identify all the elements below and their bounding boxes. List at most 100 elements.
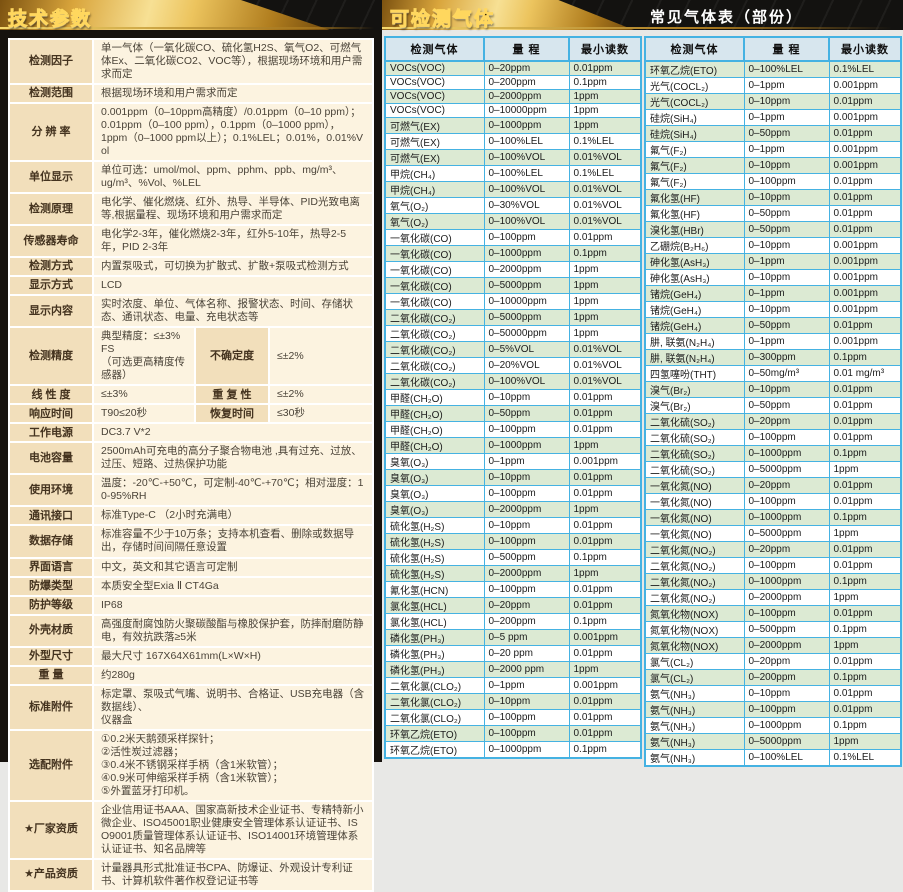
gas-min-reading-cell: 0.1ppm: [829, 670, 901, 686]
gas-min-reading-cell: 1ppm: [569, 662, 641, 678]
gas-table-left: 检测气体量 程最小读数 VOCs(VOC)0–20ppm0.01ppmVOCs(…: [384, 36, 642, 759]
gas-min-reading-cell: 1ppm: [569, 104, 641, 118]
gas-name-cell: 二氧化氮(NO₂): [645, 574, 744, 590]
gas-range-cell: 0–100%VOL: [484, 150, 569, 166]
gas-name-cell: 二氧化硫(SO₂): [645, 414, 744, 430]
gas-min-reading-cell: 1ppm: [569, 310, 641, 326]
gas-name-cell: 溴化氢(HBr): [645, 222, 744, 238]
gas-min-reading-cell: 0.01ppm: [829, 430, 901, 446]
gas-min-reading-cell: 0.01ppm: [829, 654, 901, 670]
gas-row: 光气(COCL₂)0–10ppm0.01ppm: [645, 94, 901, 110]
spec-row: 外型尺寸最大尺寸 167X64X61mm(L×W×H): [10, 648, 372, 665]
gas-min-reading-cell: 0.001ppm: [829, 78, 901, 94]
right-panel-title: 可检测气体: [390, 4, 495, 31]
gas-min-reading-cell: 0.001ppm: [829, 302, 901, 318]
gas-name-cell: 氨气(NH₃): [645, 686, 744, 702]
gas-name-cell: 氟气(F₂): [645, 158, 744, 174]
gas-name-cell: 一氧化氮(NO): [645, 478, 744, 494]
gas-min-reading-cell: 0.01ppm: [569, 61, 641, 76]
spec-value: 中文，英文和其它语言可定制: [94, 559, 372, 576]
gas-min-reading-cell: 0.1ppm: [829, 718, 901, 734]
gas-name-cell: 二氧化碳(CO₂): [385, 310, 484, 326]
gas-name-cell: 二氧化氮(NO₂): [645, 542, 744, 558]
spec-value: LCD: [94, 277, 372, 294]
top-banner: 技术参数 可检测气体 常见气体表（部份）: [0, 0, 903, 30]
gas-name-cell: 硫化氢(H₂S): [385, 566, 484, 582]
gas-name-cell: 肼, 联氨(N₂H₄): [645, 350, 744, 366]
gas-min-reading-cell: 0.1ppm: [569, 550, 641, 566]
gas-range-cell: 0–10ppm: [744, 238, 829, 254]
gas-name-cell: 氯气(CL₂): [645, 654, 744, 670]
gas-range-cell: 0–20%VOL: [484, 358, 569, 374]
gas-name-cell: 二氧化氮(NO₂): [645, 590, 744, 606]
spec-label: 界面语言: [10, 559, 92, 576]
gas-name-cell: 砷化氢(AsH₃): [645, 270, 744, 286]
gas-row: 乙硼烷(B₂H₆)0–10ppm0.001ppm: [645, 238, 901, 254]
spec-label: 分 辨 率: [10, 104, 92, 160]
gas-name-cell: 氰化氢(HCN): [385, 582, 484, 598]
gas-min-reading-cell: 0.1%LEL: [569, 166, 641, 182]
spec-row: 检测原理电化学、催化燃烧、红外、热导、半导体、PID光致电离等,根据量程、现场环…: [10, 194, 372, 224]
gas-name-cell: 硫化氢(H₂S): [385, 534, 484, 550]
gas-row: 可燃气(EX)0–100%LEL0.1%LEL: [385, 134, 641, 150]
gas-min-reading-cell: 0.01ppm: [829, 686, 901, 702]
gas-min-reading-cell: 0.01%VOL: [569, 182, 641, 198]
spec-label: 数据存储: [10, 526, 92, 556]
gas-min-reading-cell: 0.01ppm: [569, 390, 641, 406]
gas-range-cell: 0–2000ppm: [484, 90, 569, 104]
gas-range-cell: 0–2000ppm: [744, 638, 829, 654]
gas-min-reading-cell: 0.01ppm: [569, 694, 641, 710]
gas-name-cell: 氯化氢(HCL): [385, 614, 484, 630]
gas-min-reading-cell: 0.1ppm: [829, 446, 901, 462]
gas-range-cell: 0–2000ppm: [484, 566, 569, 582]
spec-value: DC3.7 V*2: [94, 424, 372, 441]
gas-row: 二氧化碳(CO₂)0–50000ppm1ppm: [385, 326, 641, 342]
gas-column-header: 量 程: [484, 37, 569, 61]
gas-name-cell: 光气(COCL₂): [645, 94, 744, 110]
gas-name-cell: 氧气(O₂): [385, 214, 484, 230]
gas-range-cell: 0–5000ppm: [484, 278, 569, 294]
technical-parameters-table: 检测因子单一气体（一氧化碳CO、硫化氢H2S、氧气O2、可燃气体Ex、二氧化碳C…: [8, 38, 374, 892]
gas-name-cell: 二氧化氮(NO₂): [645, 558, 744, 574]
spec-label: 检测精度: [10, 328, 92, 384]
gas-min-reading-cell: 1ppm: [569, 278, 641, 294]
spec-row: 显示方式LCD: [10, 277, 372, 294]
gas-range-cell: 0–100%VOL: [484, 182, 569, 198]
gas-range-cell: 0–1000ppm: [484, 246, 569, 262]
gas-row: 光气(COCL₂)0–1ppm0.001ppm: [645, 78, 901, 94]
gas-min-reading-cell: 0.01%VOL: [569, 358, 641, 374]
gas-min-reading-cell: 0.1ppm: [569, 246, 641, 262]
gas-min-reading-cell: 0.1%LEL: [829, 750, 901, 767]
gas-name-cell: 甲醛(CH₂O): [385, 406, 484, 422]
gas-min-reading-cell: 0.01ppm: [829, 174, 901, 190]
gas-range-cell: 0–10000ppm: [484, 294, 569, 310]
gas-row: 二氧化氮(NO₂)0–100ppm0.01ppm: [645, 558, 901, 574]
gas-range-cell: 0–10ppm: [744, 94, 829, 110]
spec-row: 检测精度典型精度：≤±3% FS （可选更高精度传感器）不确定度≤±2%: [10, 328, 372, 384]
spec-row: 传感器寿命电化学2-3年，催化燃烧2-3年，红外5-10年，热导2-5年，PID…: [10, 226, 372, 256]
gas-name-cell: 可燃气(EX): [385, 118, 484, 134]
gas-name-cell: 一氧化碳(CO): [385, 230, 484, 246]
spec-value: 企业信用证书AAA、国家高新技术企业证书、专精特新小微企业、ISO45001职业…: [94, 802, 372, 858]
gas-range-cell: 0–1ppm: [744, 142, 829, 158]
gas-range-cell: 0–1000ppm: [744, 510, 829, 526]
gas-min-reading-cell: 0.1ppm: [829, 510, 901, 526]
gas-min-reading-cell: 0.01%VOL: [569, 150, 641, 166]
gas-range-cell: 0–500ppm: [744, 622, 829, 638]
gas-name-cell: 硅烷(SiH₄): [645, 110, 744, 126]
gas-table-subtitle: 常见气体表（部份）: [650, 6, 803, 27]
spec-label: 防爆类型: [10, 578, 92, 595]
spec-row: 分 辨 率0.001ppm（0–10ppm高精度）/0.01ppm（0–10 p…: [10, 104, 372, 160]
spec-label: 外壳材质: [10, 616, 92, 646]
gas-name-cell: 环氧乙烷(ETO): [385, 726, 484, 742]
gas-name-cell: 可燃气(EX): [385, 150, 484, 166]
spec-value: 温度：-20℃-+50℃，可定制-40℃-+70℃；相对湿度：10-95%RH: [94, 475, 372, 505]
gas-row: 二氧化氯(CLO₂)0–10ppm0.01ppm: [385, 694, 641, 710]
spec-sublabel: 不确定度: [196, 328, 268, 384]
gas-name-cell: 二氧化氯(CLO₂): [385, 694, 484, 710]
spec-row: 工作电源DC3.7 V*2: [10, 424, 372, 441]
spec-label: 检测因子: [10, 40, 92, 83]
gas-range-cell: 0–100%LEL: [484, 166, 569, 182]
gas-row: 磷化氢(PH₃)0–2000 ppm1ppm: [385, 662, 641, 678]
gas-min-reading-cell: 0.01ppm: [569, 470, 641, 486]
